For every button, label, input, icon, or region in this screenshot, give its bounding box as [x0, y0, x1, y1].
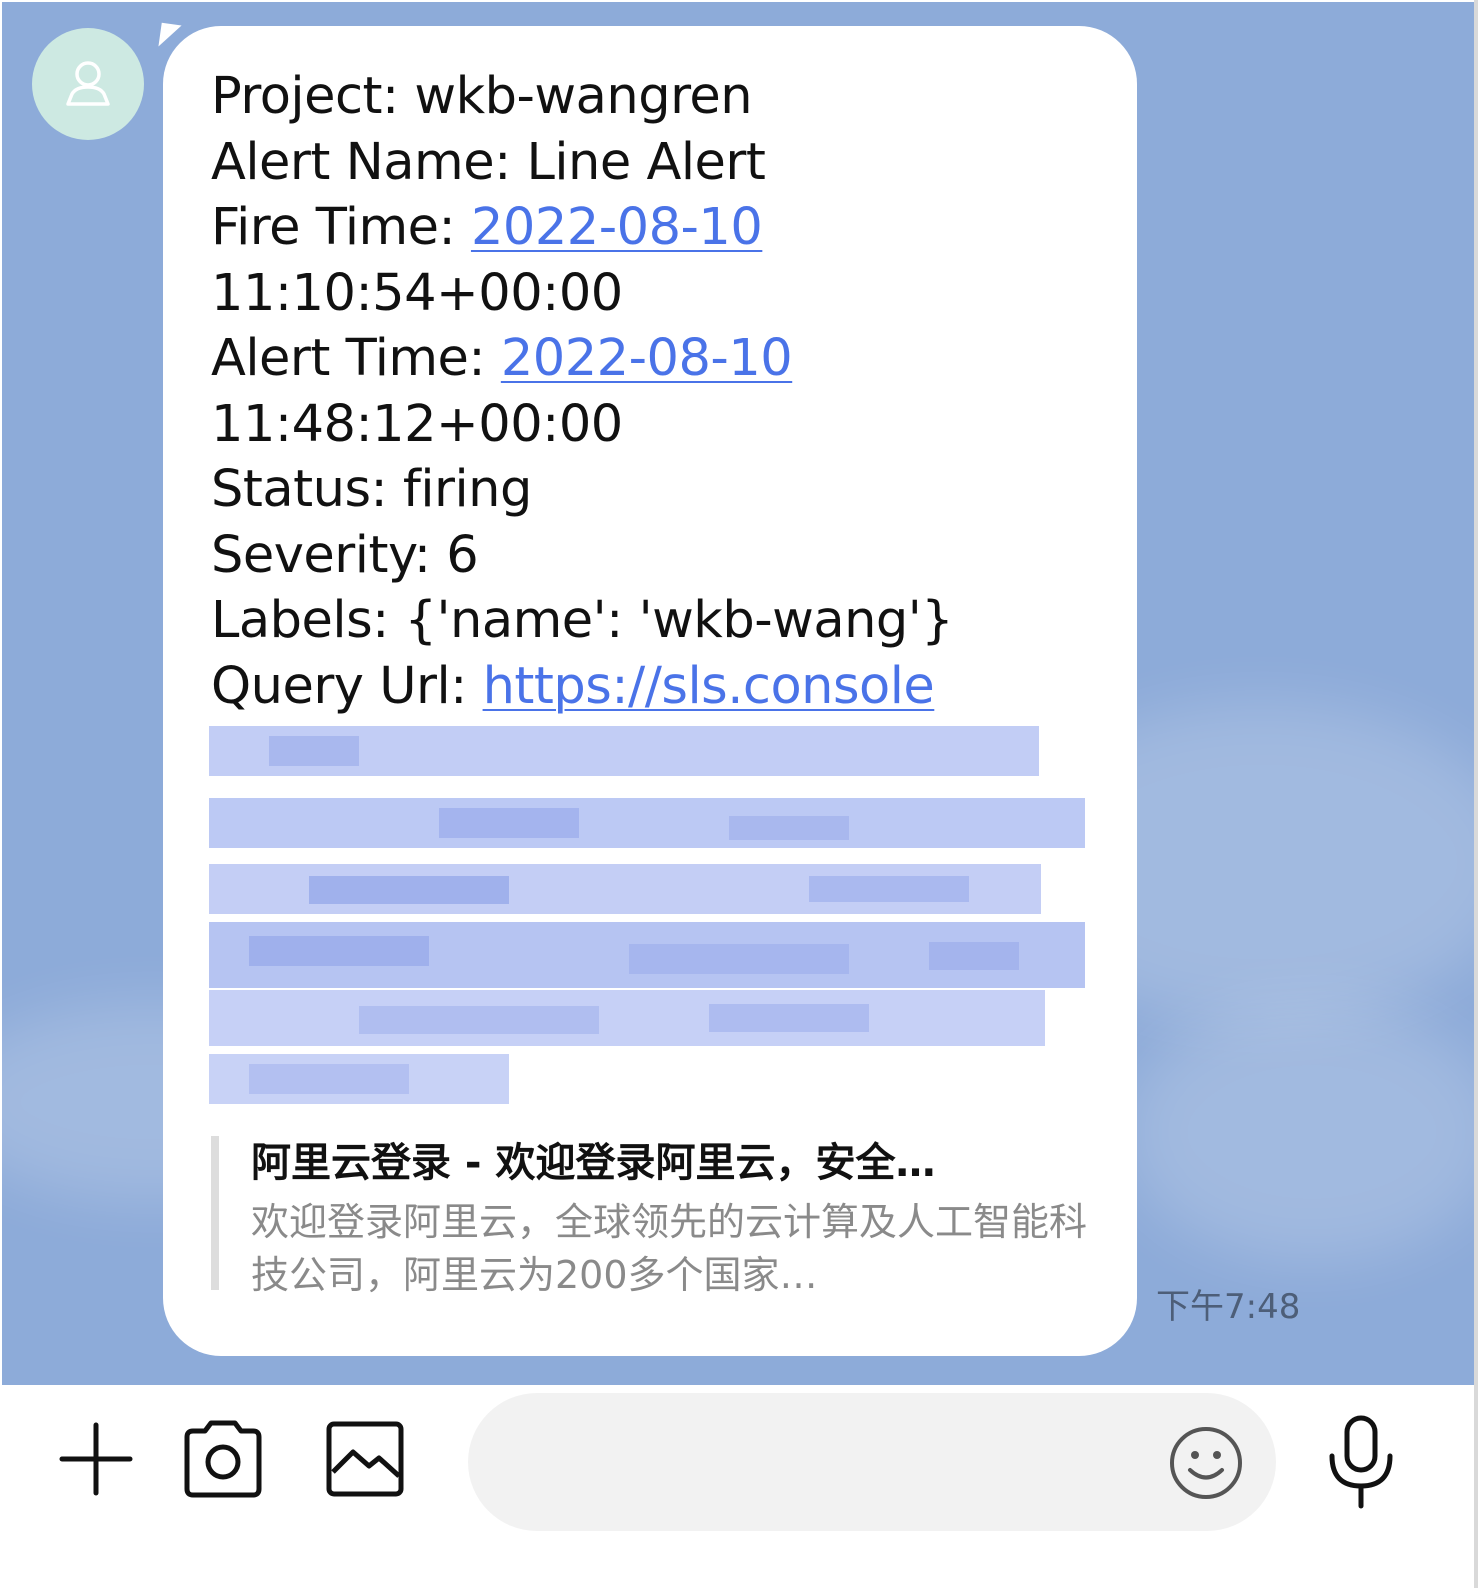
status-line: Status: firing [211, 460, 532, 519]
message-bubble[interactable]: Project: wkb-wangren Alert Name: Line Al… [163, 26, 1137, 1356]
message-input[interactable] [468, 1393, 1276, 1531]
person-outline-icon [66, 61, 110, 106]
alert-time-date-link[interactable]: 2022-08-10 [501, 329, 793, 388]
contact-avatar[interactable] [32, 28, 144, 140]
microphone-icon [1329, 1415, 1393, 1509]
input-bar [0, 1385, 1478, 1588]
alert-time-line: Alert Time: 2022-08-10 [211, 326, 1101, 392]
query-url-line: Query Url: https://sls.console [211, 654, 1101, 720]
fire-time-date-link[interactable]: 2022-08-10 [471, 198, 763, 257]
plus-icon [59, 1422, 133, 1496]
window-edge [1474, 0, 1478, 1588]
query-url-label: Query Url: [211, 656, 483, 716]
alert-time-time: 11:48:12+00:00 [211, 394, 623, 454]
camera-button[interactable] [178, 1415, 268, 1503]
microphone-button[interactable] [1324, 1413, 1398, 1511]
plus-button[interactable] [54, 1417, 138, 1501]
fire-time-line: Fire Time: 2022-08-10 [211, 195, 1101, 261]
camera-icon [184, 1420, 262, 1498]
link-preview-title: 阿里云登录 - 欢迎登录阿里云，安全… [251, 1140, 936, 1186]
image-button[interactable] [322, 1417, 408, 1501]
message-text: Project: wkb-wangren Alert Name: Line Al… [211, 64, 1101, 719]
emoji-button[interactable] [1166, 1423, 1246, 1503]
link-preview[interactable]: 阿里云登录 - 欢迎登录阿里云，安全… 欢迎登录阿里云，全球领先的云计算及人工智… [211, 1136, 1091, 1297]
query-url-link[interactable]: https://sls.console [483, 657, 935, 716]
redacted-url[interactable] [209, 716, 1089, 1104]
project-line: Project: wkb-wangren [211, 67, 753, 126]
image-icon [326, 1421, 404, 1497]
background-cloud [1122, 1002, 1474, 1262]
message-timestamp: 下午7:48 [1156, 1287, 1301, 1327]
alert-name-line: Alert Name: Line Alert [211, 132, 766, 192]
labels-line: Labels: {'name': 'wkb-wang'} [211, 591, 954, 650]
chat-area: Project: wkb-wangren Alert Name: Line Al… [2, 2, 1474, 1385]
severity-line: Severity: 6 [211, 525, 479, 585]
fire-time-label: Fire Time: [211, 198, 471, 257]
alert-time-label: Alert Time: [211, 329, 501, 388]
fire-time-time: 11:10:54+00:00 [211, 263, 623, 323]
link-preview-description: 欢迎登录阿里云，全球领先的云计算及人工智能科技公司，阿里云为200多个国家… [251, 1200, 1088, 1297]
emoji-icon [1170, 1427, 1242, 1499]
